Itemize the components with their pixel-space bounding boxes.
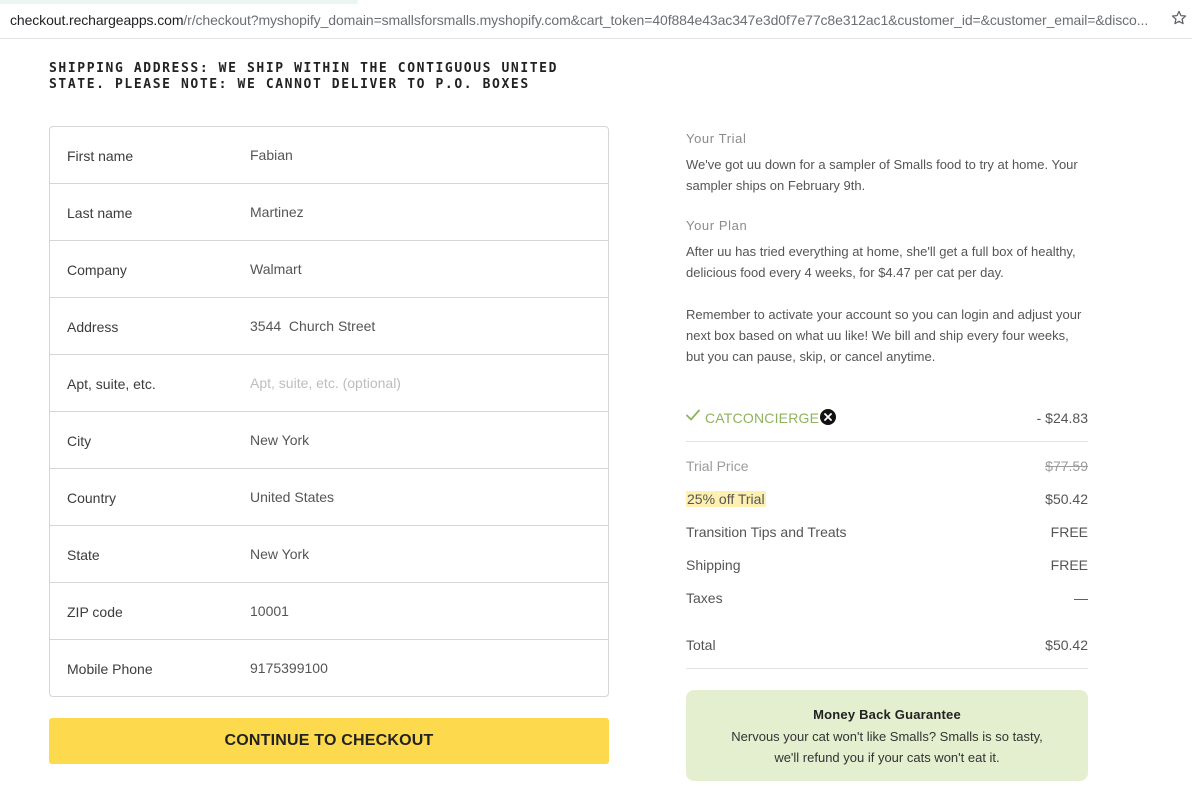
total-value: $50.42	[1045, 637, 1088, 653]
company-row: Company	[50, 241, 608, 298]
city-input[interactable]	[250, 432, 590, 448]
apt-suite-row: Apt, suite, etc.	[50, 355, 608, 412]
last-name-row: Last name	[50, 184, 608, 241]
country-input[interactable]	[250, 489, 590, 505]
city-label: City	[67, 433, 92, 449]
money-back-guarantee-box: Money Back Guarantee Nervous your cat wo…	[686, 690, 1088, 781]
tab-strip-edge	[0, 0, 1192, 4]
address-row: Address	[50, 298, 608, 355]
first-name-label: First name	[67, 148, 134, 164]
zip-code-input[interactable]	[250, 603, 590, 619]
shipping-label: Shipping	[686, 557, 741, 573]
tips-treats-label: Transition Tips and Treats	[686, 524, 847, 540]
account-reminder: Remember to activate your account so you…	[686, 307, 1082, 364]
tips-treats-line: Transition Tips and Treats FREE	[686, 524, 1088, 544]
trial-description: We've got uu down for a sampler of Small…	[686, 157, 1078, 193]
last-name-input[interactable]	[250, 204, 590, 220]
promo-code-row: CATCONCIERGE - $24.83	[686, 407, 1088, 429]
company-label: Company	[67, 262, 127, 278]
shipping-line: Shipping FREE	[686, 557, 1088, 577]
mobile-phone-label: Mobile Phone	[67, 661, 153, 677]
discount-line: 25% off Trial $50.42	[686, 491, 1088, 511]
trial-price-line: Trial Price $77.59	[686, 458, 1088, 478]
plan-description: After uu has tried everything at home, s…	[686, 244, 1076, 280]
shipping-address-form: First name Last name Company Address Apt…	[49, 126, 609, 697]
country-row: Country	[50, 469, 608, 526]
total-line: Total $50.42	[686, 637, 1088, 657]
mobile-phone-input[interactable]	[250, 660, 590, 676]
total-divider	[686, 668, 1088, 669]
company-input[interactable]	[250, 261, 590, 277]
state-label: State	[67, 547, 100, 563]
star-icon[interactable]	[1170, 9, 1188, 27]
state-input[interactable]	[250, 546, 590, 562]
promo-code: CATCONCIERGE	[705, 410, 820, 426]
url-text[interactable]: checkout.rechargeapps.com/r/checkout?mys…	[10, 12, 1160, 28]
discount-value: $50.42	[1045, 491, 1088, 507]
apt-suite-label: Apt, suite, etc.	[67, 376, 156, 392]
continue-to-checkout-button[interactable]: CONTINUE TO CHECKOUT	[49, 718, 609, 764]
city-row: City	[50, 412, 608, 469]
check-icon	[686, 409, 700, 421]
taxes-label: Taxes	[686, 590, 723, 606]
last-name-label: Last name	[67, 205, 133, 221]
first-name-input[interactable]	[250, 147, 590, 163]
country-label: Country	[67, 490, 117, 506]
your-plan-label: Your Plan	[686, 218, 748, 233]
trial-price-label: Trial Price	[686, 458, 749, 474]
guarantee-text: Nervous your cat won't like Smalls? Smal…	[731, 729, 1043, 765]
state-row: State	[50, 526, 608, 583]
guarantee-title: Money Back Guarantee	[813, 707, 961, 722]
mobile-phone-row: Mobile Phone	[50, 640, 608, 696]
your-trial-label: Your Trial	[686, 131, 747, 146]
summary-divider	[686, 441, 1088, 442]
browser-address-bar[interactable]: checkout.rechargeapps.com/r/checkout?mys…	[0, 0, 1192, 39]
discount-label: 25% off Trial	[686, 491, 766, 507]
total-label: Total	[686, 637, 716, 653]
trial-price-value: $77.59	[1045, 458, 1088, 474]
taxes-value: —	[1074, 590, 1088, 606]
shipping-value: FREE	[1050, 557, 1088, 573]
first-name-row: First name	[50, 127, 608, 184]
address-input[interactable]	[250, 318, 590, 334]
zip-code-row: ZIP code	[50, 583, 608, 640]
apt-suite-input[interactable]	[250, 375, 590, 391]
close-circle-icon[interactable]	[820, 409, 836, 425]
taxes-line: Taxes —	[686, 590, 1088, 610]
url-host: checkout.rechargeapps.com	[10, 12, 184, 28]
promo-discount-amount: - $24.83	[1036, 410, 1088, 426]
shipping-heading: SHIPPING ADDRESS: WE SHIP WITHIN THE CON…	[49, 61, 559, 92]
tips-treats-value: FREE	[1050, 524, 1088, 540]
url-path: /r/checkout?myshopify_domain=smallsforsm…	[183, 12, 1149, 28]
address-label: Address	[67, 319, 119, 335]
zip-code-label: ZIP code	[67, 604, 123, 620]
